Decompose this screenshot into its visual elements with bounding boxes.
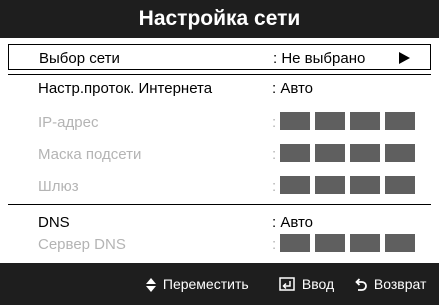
separator-dns xyxy=(8,204,431,205)
enter-icon xyxy=(279,277,295,294)
arrow-right-icon xyxy=(399,52,410,64)
subnet-mask-colon: : xyxy=(272,146,277,163)
ip-octet-1 xyxy=(280,112,310,130)
gateway-octet-3 xyxy=(350,176,380,194)
mask-octet-4 xyxy=(385,144,415,162)
row-network-select[interactable]: Выбор сети : Не выбрано xyxy=(8,44,431,70)
internet-protocol-label: Настр.проток. Интернета xyxy=(38,80,213,97)
hint-move-label: Переместить xyxy=(162,276,249,292)
row-ip-address: IP-адрес : xyxy=(8,109,431,135)
dns-label: DNS xyxy=(38,214,70,231)
hint-enter: Ввод xyxy=(279,276,334,294)
up-down-arrows-icon xyxy=(146,278,156,293)
internet-protocol-value: : Авто xyxy=(272,80,314,97)
mask-octet-1 xyxy=(280,144,310,162)
gateway-colon: : xyxy=(272,178,277,195)
gateway-label: Шлюз xyxy=(38,178,79,195)
hint-back: Возврат xyxy=(354,276,426,294)
settings-panel: Выбор сети : Не выбрано Настр.проток. Ин… xyxy=(8,38,431,263)
dns-server-label: Сервер DNS xyxy=(38,236,126,253)
ip-octet-2 xyxy=(315,112,345,130)
network-select-value: : Не выбрано xyxy=(273,50,366,67)
dns-server-colon: : xyxy=(272,236,277,253)
hint-move: Переместить xyxy=(146,276,249,293)
dns-value: : Авто xyxy=(272,214,314,231)
page-title: Настройка сети xyxy=(138,7,301,30)
ip-octet-4 xyxy=(385,112,415,130)
hint-enter-label: Ввод xyxy=(301,276,335,292)
mask-octet-3 xyxy=(350,144,380,162)
mask-octet-2 xyxy=(315,144,345,162)
gateway-octet-1 xyxy=(280,176,310,194)
ip-address-label: IP-адрес xyxy=(38,114,99,131)
subnet-mask-label: Маска подсети xyxy=(38,146,142,163)
return-icon xyxy=(354,277,367,294)
dns-octet-3 xyxy=(350,234,380,252)
gateway-octet-2 xyxy=(315,176,345,194)
row-internet-protocol[interactable]: Настр.проток. Интернета : Авто xyxy=(8,75,431,101)
dns-octet-2 xyxy=(315,234,345,252)
row-gateway: Шлюз : xyxy=(8,173,431,199)
ip-address-colon: : xyxy=(272,114,277,131)
footer-hints: Переместить Ввод Возврат xyxy=(0,263,439,305)
row-dns-server: Сервер DNS : xyxy=(8,231,431,257)
title-bar: Настройка сети xyxy=(0,0,439,38)
network-select-label: Выбор сети xyxy=(39,50,120,67)
ip-octet-3 xyxy=(350,112,380,130)
hint-back-label: Возврат xyxy=(373,276,427,292)
network-settings-screen: Настройка сети Выбор сети : Не выбрано Н… xyxy=(0,0,439,305)
dns-octet-1 xyxy=(280,234,310,252)
dns-octet-4 xyxy=(385,234,415,252)
gateway-octet-4 xyxy=(385,176,415,194)
separator-top xyxy=(8,74,431,75)
row-subnet-mask: Маска подсети : xyxy=(8,141,431,167)
